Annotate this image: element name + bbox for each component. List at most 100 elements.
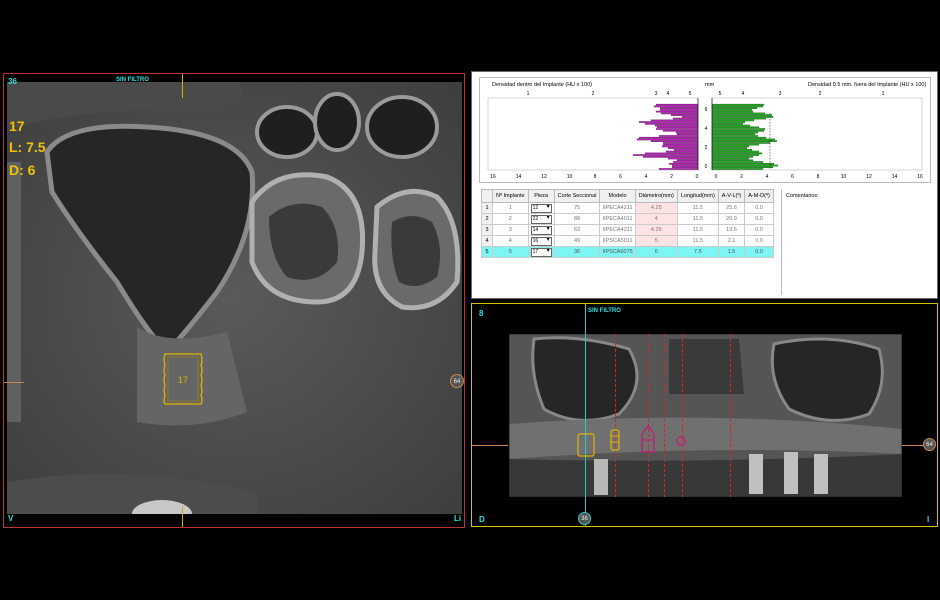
right-top-tick: 1 (882, 91, 885, 97)
right-bottom-tick: 12 (866, 174, 872, 180)
density-bar-inside (636, 138, 699, 141)
panoramic-view[interactable]: 8 SIN FILTRO D I 36 64 (471, 303, 938, 527)
density-bar-outside (711, 138, 776, 141)
density-bar-inside (659, 109, 699, 111)
table-row[interactable]: 441649IIPSCA5011511.52.10.0 (481, 235, 774, 247)
filter-label[interactable]: SIN FILTRO (588, 308, 621, 314)
implant-label: 17 (178, 375, 189, 385)
table-row[interactable]: 111275IIPECA42114.2511.525.60.0 (481, 202, 774, 214)
cursor-line-vertical[interactable] (585, 304, 586, 526)
crosshair-left-tick (4, 382, 24, 383)
density-bar-inside (676, 133, 699, 136)
table-cell-amd: 0.0 (744, 213, 774, 225)
left-bottom-tick: 2 (670, 174, 673, 180)
density-bar-inside (653, 105, 699, 108)
table-cell-corte: 63 (553, 224, 601, 236)
orientation-marker-right[interactable]: 64 (923, 438, 936, 451)
corner-label-vestibular: V (8, 514, 14, 523)
implant-diameter-info: D: 6 (9, 162, 36, 178)
mm-tick: 2 (705, 145, 708, 151)
density-bar-inside (655, 128, 699, 130)
table-header[interactable]: Nº Implante (492, 189, 529, 203)
table-header[interactable]: Modelo (599, 189, 636, 203)
left-bottom-tick: 10 (567, 174, 573, 180)
density-bar-outside (711, 145, 750, 148)
density-bar-inside (667, 157, 699, 160)
mm-tick: 4 (705, 126, 708, 132)
density-bar-outside (711, 140, 778, 142)
slice-number: 36 (8, 77, 17, 86)
right-top-tick: 5 (719, 91, 722, 97)
density-bar-inside (658, 135, 699, 137)
right-bottom-tick: 6 (791, 174, 794, 180)
mm-tick: 6 (705, 107, 708, 113)
table-cell-modelo: IIPECA4211 (599, 224, 636, 236)
table-header[interactable]: Pieza (527, 189, 555, 203)
table-cell-long: 7.5 (676, 246, 719, 258)
density-bar-inside (672, 161, 699, 163)
density-bar-outside (711, 103, 765, 106)
left-top-tick: 5 (689, 91, 692, 97)
left-bottom-tick: 0 (696, 174, 699, 180)
table-cell-diam: 4.25 (634, 224, 678, 236)
density-bar-inside (644, 152, 699, 155)
table-header[interactable]: Corte Seccional (553, 189, 601, 203)
table-header[interactable]: A-V-L(º) (717, 189, 746, 203)
table-cell-pieza: 17 (527, 246, 555, 258)
table-cell-row: 4 (481, 235, 493, 247)
density-bar-inside (658, 168, 699, 170)
density-bar-outside (711, 164, 779, 167)
density-bar-outside (711, 159, 754, 162)
table-cell-corte: 88 (553, 213, 601, 225)
left-bottom-tick: 4 (645, 174, 648, 180)
right-bottom-tick: 0 (715, 174, 718, 180)
table-row[interactable]: 551736IIPSCA607567.51.50.0 (481, 246, 774, 258)
table-header[interactable]: A-M-D(º) (744, 189, 774, 203)
density-bar-inside (675, 131, 699, 134)
orientation-marker-bottom[interactable]: 36 (578, 512, 591, 525)
density-bar-outside (711, 142, 771, 144)
cross-section-view[interactable]: 36 SIN FILTRO 17 L: 7.5 D: 6 17 64 V Li (3, 73, 465, 528)
table-row[interactable]: 222288IIPECA4011411.520.90.0 (481, 213, 774, 225)
density-bar-outside (711, 123, 744, 125)
table-header[interactable]: Diámetro(mm) (634, 189, 678, 203)
corner-label-lingual: Li (454, 514, 462, 523)
density-bar-inside (681, 116, 699, 118)
density-charts-frame: Densidad dentro del Implante (HU x 100) … (479, 77, 931, 183)
density-bar-outside (711, 147, 748, 149)
filter-label[interactable]: SIN FILTRO (116, 77, 149, 83)
implant-17[interactable]: 17 (161, 351, 205, 407)
table-cell-diam: 4 (634, 213, 678, 225)
density-bar-inside (644, 123, 699, 125)
density-bar-inside (671, 164, 699, 167)
table-cell-row: 3 (481, 224, 493, 236)
ct-panoramic-image (509, 334, 902, 497)
density-bar-outside (711, 162, 775, 165)
table-row[interactable]: 331463IIPECA42114.2511.519.60.0 (481, 224, 774, 236)
left-top-tick: 2 (592, 91, 595, 97)
left-bottom-tick: 16 (490, 174, 496, 180)
table-cell-row: 5 (481, 246, 493, 258)
density-bar-inside (632, 154, 699, 156)
comments-area[interactable]: Comentarios: (781, 189, 938, 295)
density-bar-outside (711, 126, 760, 129)
table-header[interactable]: Longitud(mm) (676, 189, 719, 203)
orientation-marker-right[interactable]: 64 (450, 374, 464, 388)
implant-14-pano[interactable] (640, 424, 656, 454)
left-top-tick: 1 (527, 91, 530, 97)
pieza-select[interactable]: 22 (530, 214, 552, 224)
implant-16-pano[interactable] (609, 428, 621, 452)
pieza-select[interactable]: 12 (530, 203, 552, 213)
table-cell-avl: 2.1 (717, 235, 746, 247)
right-bottom-tick: 16 (917, 174, 923, 180)
density-bar-inside (661, 145, 699, 148)
implant-12-pano[interactable] (675, 435, 687, 447)
left-bottom-tick: 6 (619, 174, 622, 180)
table-cell-long: 11.5 (676, 213, 719, 225)
pieza-select[interactable]: 16 (530, 236, 552, 246)
pieza-select[interactable]: 14 (530, 225, 552, 235)
implant-17-pano[interactable] (576, 432, 596, 458)
table-cell-num: 1 (492, 202, 529, 214)
table-cell-modelo: IIPSCA6075 (599, 246, 636, 258)
pieza-select[interactable]: 17 (530, 247, 552, 257)
